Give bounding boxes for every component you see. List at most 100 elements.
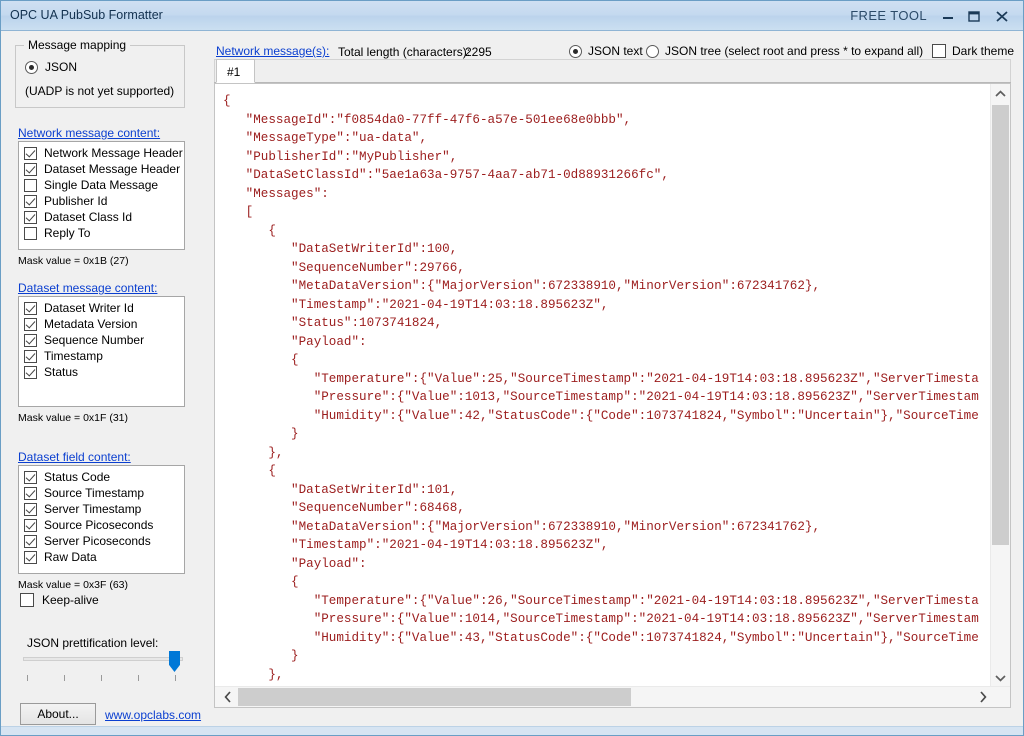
list-item[interactable]: Reply To (19, 225, 184, 241)
list-item-label: Server Timestamp (44, 502, 141, 516)
checkbox-icon[interactable] (24, 471, 37, 484)
list-item[interactable]: Dataset Class Id (19, 209, 184, 225)
tab-message-1[interactable]: #1 (216, 59, 255, 83)
network-message-content-list[interactable]: Network Message Header Dataset Message H… (18, 141, 185, 250)
checkbox-icon[interactable] (20, 593, 34, 607)
checkbox-icon[interactable] (24, 366, 37, 379)
slider-track[interactable] (23, 657, 183, 661)
message-mapping-legend: Message mapping (24, 38, 130, 52)
checkbox-icon[interactable] (24, 211, 37, 224)
list-item-label: Publisher Id (44, 194, 107, 208)
json-tree-radio[interactable]: JSON tree (select root and press * to ex… (646, 44, 923, 58)
dataset-message-mask-value: Mask value = 0x1F (31) (18, 412, 128, 424)
checkbox-icon[interactable] (24, 227, 37, 240)
dataset-message-content-link[interactable]: Dataset message content: (18, 281, 157, 295)
horizontal-scrollbar[interactable] (215, 686, 1010, 707)
list-item-label: Dataset Message Header (44, 162, 180, 176)
list-item[interactable]: Network Message Header (19, 145, 184, 161)
status-bar (1, 726, 1023, 735)
checkbox-icon[interactable] (24, 551, 37, 564)
scroll-down-button[interactable] (991, 668, 1010, 687)
opclabs-website-link[interactable]: www.opclabs.com (105, 708, 201, 722)
list-item[interactable]: Source Picoseconds (19, 517, 184, 533)
maximize-icon (967, 7, 981, 25)
json-text-radio[interactable]: JSON text (569, 44, 643, 58)
list-item[interactable]: Raw Data (19, 549, 184, 565)
checkbox-icon[interactable] (24, 147, 37, 160)
prettification-label: JSON prettification level: (27, 636, 158, 650)
list-item[interactable]: Timestamp (19, 348, 184, 364)
dark-theme-checkbox[interactable]: Dark theme (932, 44, 1014, 58)
scroll-up-button[interactable] (991, 84, 1010, 103)
close-button[interactable] (989, 7, 1015, 25)
list-item[interactable]: Server Timestamp (19, 501, 184, 517)
chevron-left-icon (224, 691, 232, 703)
list-item[interactable]: Dataset Message Header (19, 161, 184, 177)
json-content-viewport[interactable]: { "MessageId":"f0854da0-77ff-47f6-a57e-5… (215, 84, 986, 684)
scroll-right-button[interactable] (973, 687, 992, 707)
list-item[interactable]: Status Code (19, 469, 184, 485)
checkbox-icon[interactable] (24, 535, 37, 548)
json-tree-label: JSON tree (select root and press * to ex… (665, 44, 923, 58)
dark-theme-label: Dark theme (952, 44, 1014, 58)
radio-indicator-icon (25, 61, 38, 74)
prettification-slider[interactable] (23, 651, 193, 685)
free-tool-badge: FREE TOOL (850, 8, 927, 23)
tab-strip: #1 (214, 59, 1011, 83)
checkbox-icon[interactable] (24, 318, 37, 331)
dataset-field-content-link[interactable]: Dataset field content: (18, 450, 131, 464)
radio-indicator-icon (646, 45, 659, 58)
list-item-label: Status Code (44, 470, 110, 484)
keep-alive-checkbox[interactable]: Keep-alive (20, 593, 99, 607)
checkbox-icon[interactable] (24, 334, 37, 347)
list-item-label: Sequence Number (44, 333, 144, 347)
app-window: OPC UA PubSub Formatter FREE TOOL Messag… (0, 0, 1024, 736)
mapping-json-label: JSON (45, 60, 77, 74)
vertical-scrollbar[interactable] (990, 84, 1010, 687)
list-item-label: Raw Data (44, 550, 97, 564)
vertical-scroll-thumb[interactable] (992, 105, 1009, 545)
checkbox-icon[interactable] (24, 350, 37, 363)
about-button[interactable]: About... (20, 703, 96, 725)
network-messages-link[interactable]: Network message(s): (216, 44, 329, 58)
list-item-label: Network Message Header (44, 146, 183, 160)
list-item-label: Source Picoseconds (44, 518, 153, 532)
chevron-up-icon (995, 90, 1006, 98)
list-item[interactable]: Source Timestamp (19, 485, 184, 501)
horizontal-scroll-thumb[interactable] (238, 688, 631, 706)
list-item[interactable]: Metadata Version (19, 316, 184, 332)
list-item-label: Single Data Message (44, 178, 158, 192)
list-item[interactable]: Publisher Id (19, 193, 184, 209)
mapping-json-radio[interactable]: JSON (25, 60, 77, 74)
json-text-area[interactable]: { "MessageId":"f0854da0-77ff-47f6-a57e-5… (214, 83, 1011, 708)
list-item-label: Metadata Version (44, 317, 137, 331)
list-item-label: Timestamp (44, 349, 103, 363)
scroll-left-button[interactable] (218, 687, 237, 707)
list-item-label: Source Timestamp (44, 486, 144, 500)
slider-thumb[interactable] (169, 651, 180, 672)
checkbox-icon[interactable] (24, 163, 37, 176)
list-item-label: Reply To (44, 226, 90, 240)
title-bar: OPC UA PubSub Formatter FREE TOOL (1, 1, 1023, 31)
checkbox-icon[interactable] (24, 487, 37, 500)
uadp-note: (UADP is not yet supported) (25, 84, 174, 98)
checkbox-icon[interactable] (24, 195, 37, 208)
checkbox-icon[interactable] (24, 179, 37, 192)
list-item[interactable]: Status (19, 364, 184, 380)
maximize-button[interactable] (961, 7, 987, 25)
list-item[interactable]: Single Data Message (19, 177, 184, 193)
list-item[interactable]: Sequence Number (19, 332, 184, 348)
checkbox-icon[interactable] (24, 519, 37, 532)
list-item[interactable]: Dataset Writer Id (19, 300, 184, 316)
slider-ticks (23, 675, 185, 682)
network-message-content-link[interactable]: Network message content: (18, 126, 160, 140)
list-item[interactable]: Server Picoseconds (19, 533, 184, 549)
dataset-field-content-list[interactable]: Status Code Source Timestamp Server Time… (18, 465, 185, 574)
checkbox-icon[interactable] (24, 302, 37, 315)
scrollbar-corner (991, 687, 1010, 707)
dataset-message-content-list[interactable]: Dataset Writer Id Metadata Version Seque… (18, 296, 185, 407)
checkbox-icon[interactable] (24, 503, 37, 516)
json-text-content[interactable]: { "MessageId":"f0854da0-77ff-47f6-a57e-5… (223, 92, 986, 684)
checkbox-icon[interactable] (932, 44, 946, 58)
minimize-button[interactable] (935, 7, 961, 25)
